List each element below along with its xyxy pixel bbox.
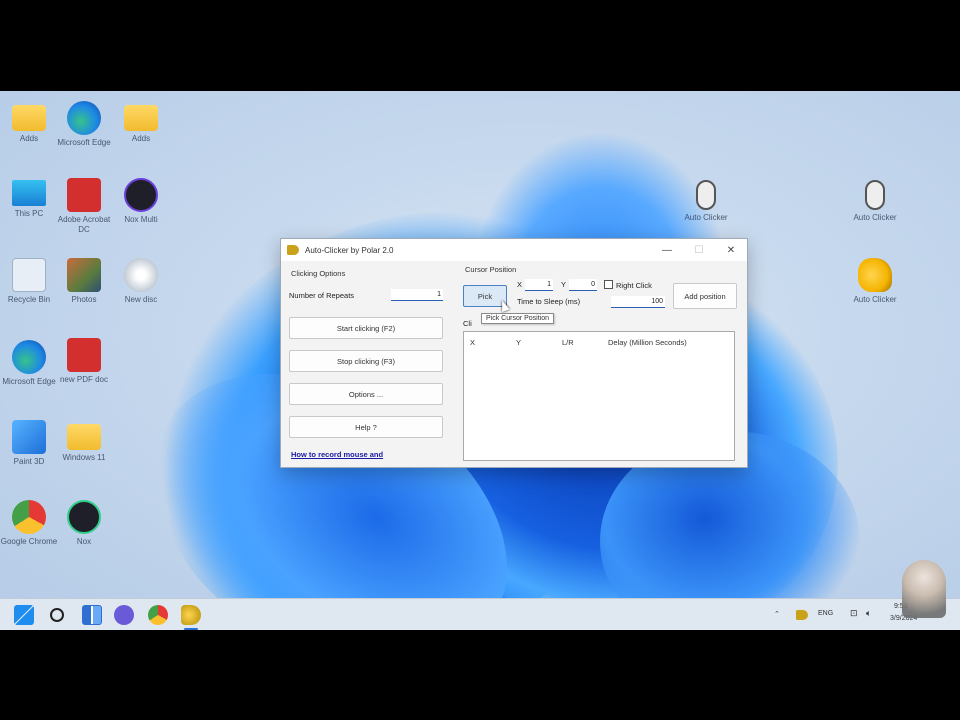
folder-icon [124,105,158,131]
pick-tooltip: Pick Cursor Position [481,313,555,324]
desktop-icon-label: Auto Clicker [853,213,897,222]
time-to-sleep-label: Time to Sleep (ms) [517,297,581,306]
edge-icon [12,340,46,374]
desktop-icon-auto-clicker[interactable]: Auto Clicker [674,180,738,223]
search-icon[interactable] [50,608,64,622]
presenter-avatar [902,560,946,618]
chrome-icon [12,500,46,534]
desktop-icon-pdf[interactable]: new PDF doc [52,338,116,385]
clicks-label: Cli [463,319,472,328]
column-lr[interactable]: L/R [562,338,608,347]
edge-icon [67,101,101,135]
desktop-icon-label: Auto Clicker [853,295,897,304]
monitor-icon [12,180,46,206]
mouse-icon [696,180,716,210]
chrome-icon[interactable] [148,605,168,625]
desktop-icon-label: Microsoft Edge [57,138,111,147]
time-to-sleep-input[interactable] [611,296,665,308]
number-of-repeats-label: Number of Repeats [289,291,355,300]
options-button[interactable]: Options ... [289,383,443,405]
y-input[interactable] [569,279,597,291]
mouse-pointer-icon [498,298,510,313]
y-label: Y [561,280,567,289]
help-button[interactable]: Help ? [289,416,443,438]
desktop-icon-label: Windows 11 [62,453,106,462]
chat-icon[interactable] [114,605,134,625]
column-x[interactable]: X [470,338,516,347]
maximize-button[interactable]: ☐ [683,239,715,261]
number-of-repeats-input[interactable] [391,289,443,301]
mouse-icon [865,180,885,210]
tray-chevron-icon[interactable]: ⌃ [774,610,780,618]
desktop-icon-disc[interactable]: New disc [109,258,173,305]
disc-icon [124,258,158,292]
title-bar[interactable]: Auto-Clicker by Polar 2.0 — ☐ ✕ [281,239,747,261]
start-icon[interactable] [14,605,34,625]
right-click-label: Right Click [616,281,652,290]
list-header: X Y L/R Delay (Million Seconds) [464,332,734,347]
desktop-icon-label: Nox [76,537,92,546]
stop-clicking-button[interactable]: Stop clicking (F3) [289,350,443,372]
desktop-icon-acrobat[interactable]: Adobe Acrobat DC [52,178,116,235]
pdf-icon [67,178,101,212]
desktop-icon-edge[interactable]: Microsoft Edge [52,101,116,148]
taskbar: ⌃ ENG ⊡ 🔈︎ 9:53 3/9/2024 [0,598,960,630]
desktop-icon-label: Adds [131,134,151,143]
right-click-checkbox[interactable] [604,280,613,289]
recycle-bin-icon [12,258,46,292]
tray-language[interactable]: ENG [818,610,833,617]
nox-icon [124,178,158,212]
network-icon[interactable]: ⊡ [850,608,858,619]
pdf-icon [67,338,101,372]
auto-clicker-taskbar-icon[interactable] [181,605,201,625]
record-mouse-link[interactable]: How to record mouse and [291,450,383,459]
auto-clicker-window: Auto-Clicker by Polar 2.0 — ☐ ✕ Clicking… [280,238,748,468]
photo-icon [67,258,101,292]
desktop-icon-nox[interactable]: Nox [52,500,116,547]
window-title: Auto-Clicker by Polar 2.0 [305,245,394,255]
desktop-icon-label: new PDF doc [59,375,109,384]
positions-list[interactable]: X Y L/R Delay (Million Seconds) [463,331,735,461]
add-position-button[interactable]: Add position [673,283,737,309]
x-label: X [517,280,523,289]
folder-icon [12,105,46,131]
minimize-button[interactable]: — [651,239,683,261]
start-clicking-button[interactable]: Start clicking (F2) [289,317,443,339]
column-y[interactable]: Y [516,338,562,347]
desktop-icon-auto-clicker[interactable]: Auto Clicker [843,258,907,305]
paint-icon [12,420,46,454]
folder-icon [67,424,101,450]
x-input[interactable] [525,279,553,291]
desktop-icon-label: New disc [124,295,158,304]
column-delay[interactable]: Delay (Million Seconds) [608,338,734,347]
desktop-icon-nox[interactable]: Nox Multi [109,178,173,225]
app-icon [287,245,299,255]
hand-cursor-icon [858,258,892,292]
desktop-icon-label: Auto Clicker [684,213,728,222]
desktop-icon-folder[interactable]: Adds [109,101,173,144]
nox-icon [67,500,101,534]
desktop-icon-auto-clicker[interactable]: Auto Clicker [843,180,907,223]
desktop-icon-photos[interactable]: Photos [52,258,116,305]
widgets-icon[interactable] [82,605,102,625]
desktop-icon-label: Photos [71,295,97,304]
close-button[interactable]: ✕ [715,239,747,261]
clicking-options-label: Clicking Options [291,269,346,278]
tray-app-icon[interactable] [796,610,808,620]
volume-icon[interactable]: 🔈︎ [866,608,871,619]
cursor-position-label: Cursor Position [465,265,517,274]
desktop-icon-folder[interactable]: Windows 11 [52,420,116,463]
active-indicator [184,628,198,630]
desktop-icon-label: Nox Multi [124,215,158,224]
desktop-icon-label: Adobe Acrobat DC [57,215,111,234]
